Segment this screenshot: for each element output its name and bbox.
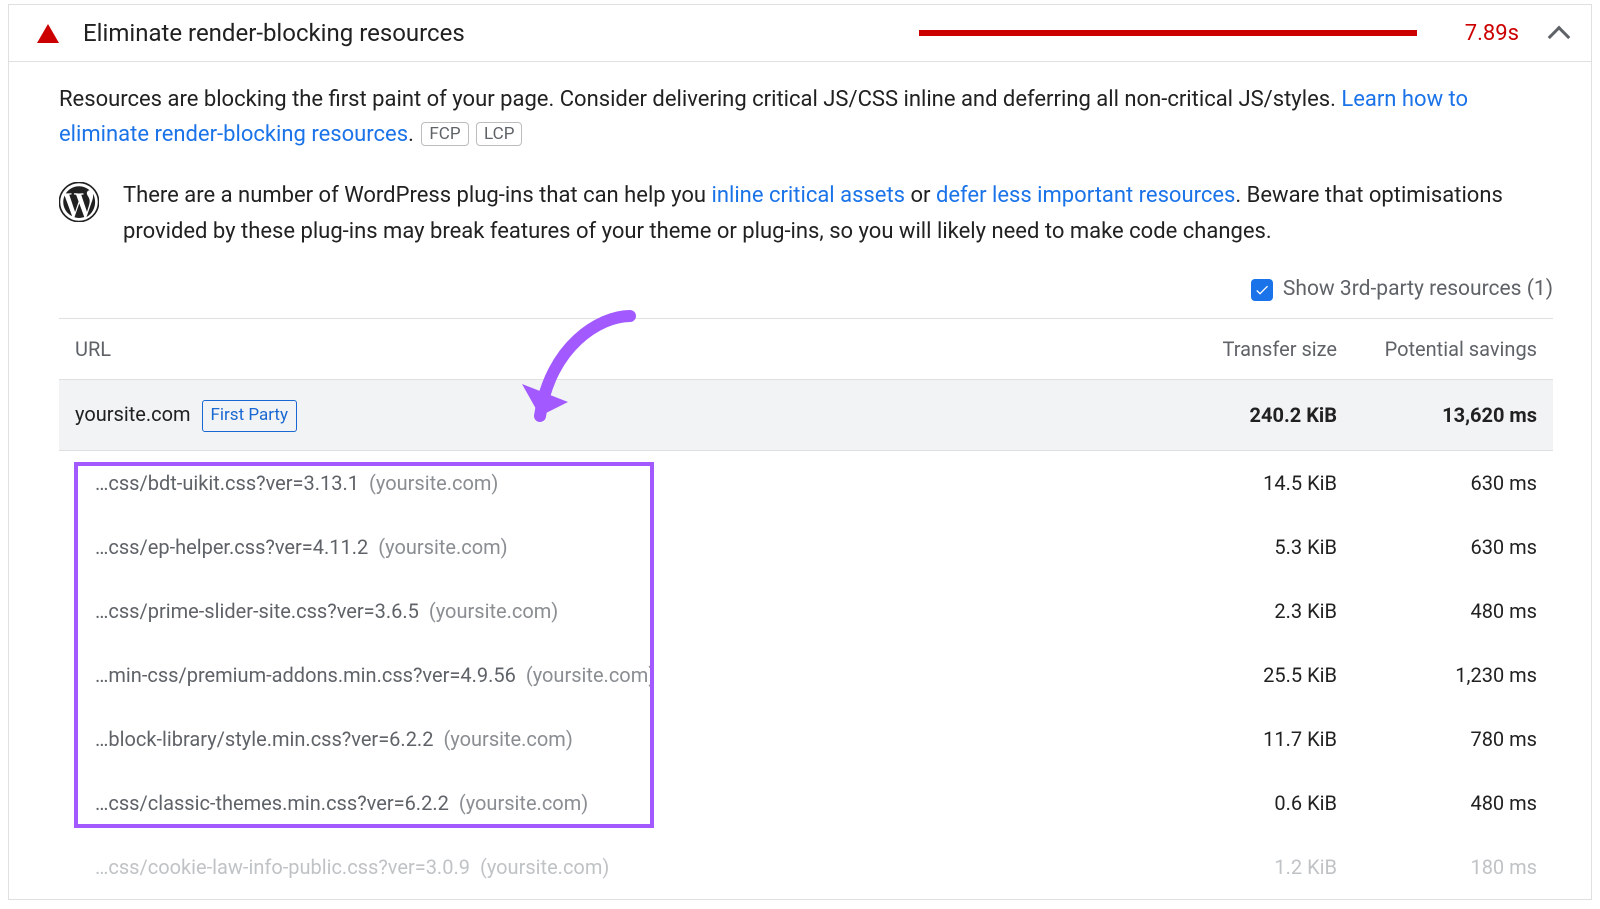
first-party-tag: First Party: [202, 400, 298, 431]
table-row[interactable]: …css/cookie-law-info-public.css?ver=3.0.…: [59, 835, 1553, 899]
resource-host: (yoursite.com): [443, 727, 572, 751]
duration-bar: [919, 30, 1417, 36]
resource-path: …css/cookie-law-info-public.css?ver=3.0.…: [95, 855, 470, 879]
warning-triangle-icon: [37, 24, 59, 43]
group-savings: 13,620 ms: [1442, 403, 1537, 427]
resource-size: 14.5 KiB: [1153, 450, 1353, 515]
group-host: yoursite.com: [75, 402, 191, 426]
table-row[interactable]: …block-library/style.min.css?ver=6.2.2 (y…: [59, 707, 1553, 771]
resource-host: (yoursite.com): [429, 599, 558, 623]
third-party-label: Show 3rd-party resources (1): [1283, 273, 1553, 307]
inline-critical-link[interactable]: inline critical assets: [711, 183, 905, 208]
resource-savings: 180 ms: [1353, 835, 1553, 899]
col-transfer-size: Transfer size: [1153, 319, 1353, 380]
resource-path: …min-css/premium-addons.min.css?ver=4.9.…: [95, 663, 516, 687]
desc-period: .: [408, 122, 414, 147]
audit-body: Resources are blocking the first paint o…: [9, 62, 1591, 899]
desc-text: Resources are blocking the first paint o…: [59, 87, 1341, 112]
audit-title: Eliminate render-blocking resources: [83, 19, 465, 47]
audit-description: Resources are blocking the first paint o…: [59, 82, 1553, 152]
defer-resources-link[interactable]: defer less important resources: [936, 183, 1235, 208]
resource-host: (yoursite.com): [480, 855, 609, 879]
table-row[interactable]: …css/prime-slider-site.css?ver=3.6.5 (you…: [59, 579, 1553, 643]
resource-size: 0.6 KiB: [1153, 771, 1353, 835]
group-row[interactable]: yoursite.com First Party 240.2 KiB 13,62…: [59, 380, 1553, 450]
resource-savings: 780 ms: [1353, 707, 1553, 771]
wordpress-tip: There are a number of WordPress plug-ins…: [59, 178, 1553, 248]
table-row[interactable]: …css/bdt-uikit.css?ver=3.13.1 (yoursite.c…: [59, 450, 1553, 515]
resource-host: (yoursite.com): [378, 535, 507, 559]
resource-path: …css/ep-helper.css?ver=4.11.2: [95, 535, 368, 559]
resource-path: …css/classic-themes.min.css?ver=6.2.2: [95, 791, 449, 815]
table-row[interactable]: …min-css/premium-addons.min.css?ver=4.9.…: [59, 643, 1553, 707]
third-party-toggle[interactable]: Show 3rd-party resources (1): [59, 273, 1553, 307]
resource-host: (yoursite.com): [526, 663, 655, 687]
resources-table: URL Transfer size Potential savings your…: [59, 318, 1553, 898]
checkbox-checked-icon[interactable]: [1251, 279, 1273, 301]
resource-path: …block-library/style.min.css?ver=6.2.2: [95, 727, 433, 751]
resource-size: 2.3 KiB: [1153, 579, 1353, 643]
resource-size: 25.5 KiB: [1153, 643, 1353, 707]
audit-header[interactable]: Eliminate render-blocking resources 7.89…: [9, 5, 1591, 62]
resource-path: …css/bdt-uikit.css?ver=3.13.1: [95, 471, 359, 495]
resource-size: 5.3 KiB: [1153, 515, 1353, 579]
chevron-up-icon[interactable]: [1548, 26, 1571, 49]
resource-size: 11.7 KiB: [1153, 707, 1353, 771]
resource-savings: 480 ms: [1353, 579, 1553, 643]
resource-host: (yoursite.com): [369, 471, 498, 495]
col-url: URL: [59, 319, 1153, 380]
col-potential-savings: Potential savings: [1353, 319, 1553, 380]
audit-duration: 7.89s: [1465, 21, 1519, 46]
resource-host: (yoursite.com): [459, 791, 588, 815]
wordpress-icon: [59, 182, 99, 222]
resource-path: …css/prime-slider-site.css?ver=3.6.5: [95, 599, 419, 623]
table-row[interactable]: …css/ep-helper.css?ver=4.11.2 (yoursite.c…: [59, 515, 1553, 579]
resource-savings: 1,230 ms: [1353, 643, 1553, 707]
group-size: 240.2 KiB: [1250, 403, 1337, 427]
fcp-chip: FCP: [421, 122, 468, 146]
wordpress-tip-text: There are a number of WordPress plug-ins…: [123, 178, 1553, 248]
resource-savings: 480 ms: [1353, 771, 1553, 835]
table-row[interactable]: …css/classic-themes.min.css?ver=6.2.2 (yo…: [59, 771, 1553, 835]
lcp-chip: LCP: [476, 122, 522, 146]
audit-panel: Eliminate render-blocking resources 7.89…: [8, 4, 1592, 900]
resource-savings: 630 ms: [1353, 450, 1553, 515]
resource-savings: 630 ms: [1353, 515, 1553, 579]
resource-size: 1.2 KiB: [1153, 835, 1353, 899]
